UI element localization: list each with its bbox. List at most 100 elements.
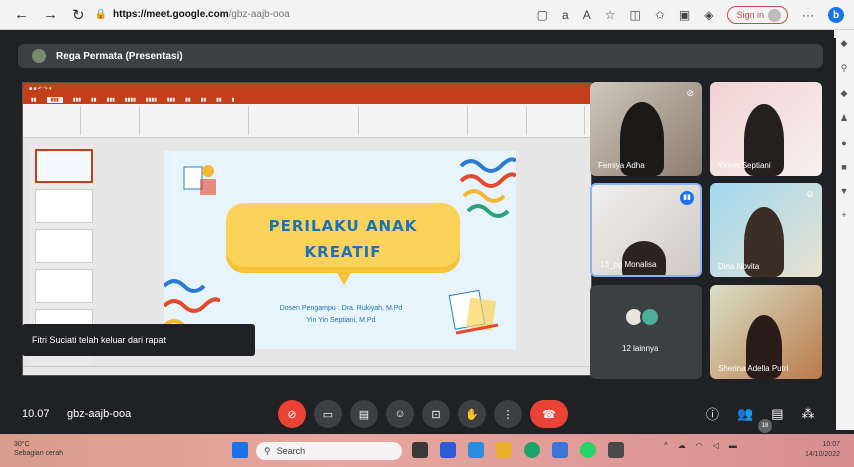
weather-temp: 30°C [14,441,30,448]
activities-icon[interactable]: ⁂ [802,406,815,422]
participant-tile-4[interactable]: ⊘ Dina Novita [710,183,822,277]
mic-toggle-button[interactable]: ⊘ [278,400,306,428]
slide-thumb-4[interactable] [35,269,93,303]
ppt-tab-home[interactable]: ▮▮▮ [46,96,63,103]
clock-date: 14/10/2022 [804,451,840,458]
left-meeting-toast: Fitri Suciati telah keluar dari rapat [22,324,255,356]
tray-chevron-icon[interactable]: ^ [664,441,668,450]
meeting-time: 10.07 [22,408,50,420]
ppt-titlebar: ■ ■ ↶ ↷ ▾ [23,83,591,95]
ribbon-group-clipboard[interactable] [29,106,82,135]
emoji-button[interactable]: ☺ [386,400,414,428]
address-bar[interactable]: 🔒 https://meet.google.com /gbz-aajb-ooa [95,4,455,26]
ppt-tab-insert[interactable]: ▮▮▮ [73,97,81,103]
read-aloud-icon[interactable]: a [562,8,569,22]
split-screen-icon[interactable]: ◫ [629,8,640,22]
ppt-tab-design[interactable]: ▮▮▮ [107,97,115,103]
ppt-tab-file[interactable]: ▮▮ [31,97,37,103]
word-app-icon[interactable] [468,442,484,458]
signin-button[interactable]: Sign in [727,6,788,24]
favorite-star-icon[interactable]: ☆ [605,8,616,22]
leave-call-button[interactable]: ☎ [530,400,568,428]
sidebar-office-icon[interactable]: ● [841,138,846,148]
ribbon-group-font[interactable] [146,106,250,135]
collections-icon[interactable]: ▣ [679,8,690,22]
sidebar-drop-icon[interactable]: ▼ [840,186,849,196]
edge-app-icon[interactable] [524,442,540,458]
captions-icon: ▤ [358,408,370,421]
toast-text: Fitri Suciati telah keluar dari rapat [32,335,167,345]
more-options-button[interactable]: ⋮ [494,400,522,428]
clock-time: 10:07 [822,441,840,448]
captions-button[interactable]: ▤ [350,400,378,428]
participant-name-4: Dina Novita [718,262,760,271]
sidebar-games-icon[interactable]: ♟ [840,113,848,124]
slide-thumb-1[interactable] [35,149,93,183]
ppt-statusbar [23,366,591,375]
sidebar-outlook-icon[interactable]: ■ [841,162,846,172]
ppt-tab-slideshow[interactable]: ▮▮▮ [167,97,175,103]
ribbon-group-drawing[interactable] [365,106,469,135]
extensions-icon[interactable]: ◈ [704,8,713,22]
forward-icon[interactable]: → [43,6,58,23]
more-icon[interactable]: ··· [802,8,814,22]
participant-tile-6[interactable]: Sherina Adella Putri [710,285,822,379]
bing-icon[interactable]: b [828,7,844,23]
info-icon[interactable]: ⓘ [706,404,719,423]
present-button[interactable]: ⊡ [422,400,450,428]
start-icon[interactable] [232,442,248,458]
ppt-tab-animations[interactable]: ▮▮▮▮ [146,97,157,103]
meet-app-icon[interactable] [440,442,456,458]
app-icon[interactable] [608,442,624,458]
camera-toggle-button[interactable]: ▭ [314,400,342,428]
tray-volume-icon[interactable]: ◁ [713,441,719,450]
profile-icon [768,8,781,22]
ppt-tab-review[interactable]: ▮▮ [201,97,207,103]
ppt-tab-transitions[interactable]: ▮▮▮▮ [125,97,136,103]
sidebar-tag-icon[interactable]: ◆ [841,88,848,99]
slide-thumb-3[interactable] [35,229,93,263]
translate-icon[interactable]: A [583,8,591,22]
ppt-tab-draw[interactable]: ▮▮ [91,97,97,103]
decor-squiggle-top [459,157,516,218]
more-vert-icon: ⋮ [502,408,514,421]
tray-cloud-icon[interactable]: ☁ [678,441,686,450]
taskbar-clock[interactable]: 10:07 14/10/2022 [805,440,840,460]
ribbon-group-paragraph[interactable] [255,106,359,135]
file-explorer-icon[interactable] [496,442,512,458]
people-icon[interactable]: 👥 [737,406,753,422]
reload-icon[interactable]: ↻ [72,6,85,24]
decor-stationery-icon [448,289,499,335]
participant-tile-others[interactable]: 12 lainnya [590,285,702,379]
favorites-icon[interactable]: ✩ [655,8,665,22]
sidebar-magnify-icon[interactable]: ⚲ [841,63,848,74]
ribbon-group-addins[interactable] [533,106,585,135]
raise-hand-button[interactable]: ✋ [458,400,486,428]
tray-battery-icon[interactable]: ▬ [729,441,737,450]
chat-icon[interactable]: ▤ [771,406,783,422]
title-bubble-tail [336,271,352,285]
presenter-bar: Rega Permata (Presentasi) [18,44,823,68]
slide-thumb-2[interactable] [35,189,93,223]
ribbon-group-slides[interactable] [87,106,140,135]
ppt-tab-help[interactable]: ▮ [232,97,235,103]
ppt-tab-record[interactable]: ▮▮ [185,97,191,103]
slide-lecturers: Dosen Pengampu : Dra. Rukiyah, M.Pd Yin … [234,303,448,327]
teams-app-icon[interactable] [552,442,568,458]
tray-wifi-icon[interactable]: ◠ [696,441,703,450]
whatsapp-icon[interactable] [580,442,596,458]
weather-widget[interactable]: 30°C Sebagian cerah [14,440,63,458]
sidebar-add-icon[interactable]: + [841,210,846,220]
back-icon[interactable]: ← [14,6,29,23]
decor-figure-icon [183,165,216,195]
task-view-icon[interactable] [412,442,428,458]
taskbar-search[interactable]: ⚲ Search [256,442,402,460]
sidebar-search-icon[interactable]: ◆ [841,38,848,49]
participant-tile-1[interactable]: ⊘ Femiya Adha [590,82,702,176]
ppt-tab-view[interactable]: ▮▮ [216,97,222,103]
participant-tile-2[interactable]: Yinyin Septiani [710,82,822,176]
camera-blocked-icon[interactable]: ▢ [537,8,548,22]
participant-tile-3[interactable]: ▮▮ 13_pg Monalisa [590,183,702,277]
search-label: Search [276,446,306,456]
ribbon-group-editing[interactable] [474,106,527,135]
